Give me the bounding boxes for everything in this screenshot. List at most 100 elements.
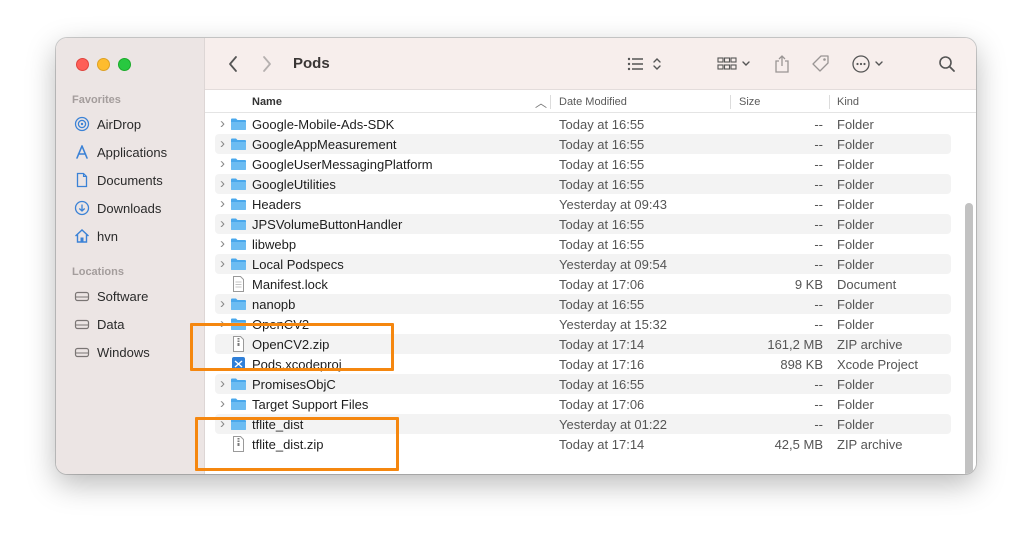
column-date-modified[interactable]: Date Modified xyxy=(559,96,627,108)
file-kind: Folder xyxy=(837,257,874,272)
share-icon xyxy=(775,55,789,73)
file-row[interactable]: › nanopb Today at 16:55 -- Folder xyxy=(215,294,951,314)
sidebar-item-software[interactable]: Software xyxy=(74,285,148,307)
chevron-left-icon xyxy=(229,56,237,72)
share-button[interactable] xyxy=(772,52,792,76)
file-size: -- xyxy=(814,417,823,432)
home-icon xyxy=(74,228,90,244)
group-button[interactable] xyxy=(717,52,757,76)
sidebar-item-data[interactable]: Data xyxy=(74,313,124,335)
file-row[interactable]: › GoogleUserMessagingPlatform Today at 16:… xyxy=(215,154,951,174)
sidebar-item-downloads[interactable]: Downloads xyxy=(74,197,161,219)
file-row[interactable]: › Local Podspecs Yesterday at 09:54 -- Folde… xyxy=(215,254,951,274)
search-button[interactable] xyxy=(935,52,959,76)
file-kind: Folder xyxy=(837,197,874,212)
file-kind: Folder xyxy=(837,317,874,332)
file-date-modified: Today at 17:14 xyxy=(559,437,645,452)
folder-icon xyxy=(230,116,247,132)
file-date-modified: Today at 17:06 xyxy=(559,397,645,412)
disclosure-chevron-icon[interactable]: › xyxy=(220,236,230,251)
file-row[interactable]: › libwebp Today at 16:55 -- Folder xyxy=(215,234,951,254)
ellipsis-circle-icon xyxy=(852,55,883,73)
file-date-modified: Today at 16:55 xyxy=(559,217,645,232)
file-name: Google-Mobile-Ads-SDK xyxy=(252,117,395,132)
back-button[interactable] xyxy=(223,52,243,76)
file-kind: Folder xyxy=(837,237,874,252)
file-kind: Folder xyxy=(837,297,874,312)
file-date-modified: Today at 17:06 xyxy=(559,277,645,292)
file-size: 898 KB xyxy=(780,357,823,372)
folder-icon xyxy=(230,296,247,312)
sidebar-item-label: Documents xyxy=(97,172,163,188)
sidebar-item-label: Software xyxy=(97,288,149,304)
minimize-button[interactable] xyxy=(97,58,110,71)
disk-icon xyxy=(74,288,90,304)
sidebar-item-hvn[interactable]: hvn xyxy=(74,225,118,247)
downloads-icon xyxy=(74,200,90,216)
file-date-modified: Yesterday at 01:22 xyxy=(559,417,667,432)
more-actions-button[interactable] xyxy=(851,52,891,76)
sidebar-item-label: Downloads xyxy=(97,200,162,216)
highlight-box-tflite xyxy=(195,417,399,471)
file-row[interactable]: › Headers Yesterday at 09:43 -- Folder xyxy=(215,194,951,214)
sidebar: Favorites AirDrop Applications Documents… xyxy=(56,38,205,474)
disclosure-chevron-icon[interactable]: › xyxy=(220,136,230,151)
file-size: -- xyxy=(814,217,823,232)
disclosure-chevron-icon[interactable]: › xyxy=(220,156,230,171)
disk-icon xyxy=(74,316,90,332)
disclosure-chevron-icon[interactable]: › xyxy=(220,216,230,231)
sidebar-item-label: hvn xyxy=(97,228,118,244)
sidebar-item-documents[interactable]: Documents xyxy=(74,169,163,191)
sidebar-item-applications[interactable]: Applications xyxy=(74,141,167,163)
applications-icon xyxy=(74,144,90,160)
file-kind: Xcode Project xyxy=(837,357,918,372)
folder-icon xyxy=(230,236,247,252)
file-size: -- xyxy=(814,317,823,332)
file-size: 42,5 MB xyxy=(774,437,823,452)
airdrop-icon xyxy=(74,116,90,132)
file-date-modified: Today at 16:55 xyxy=(559,237,645,252)
grid-icon xyxy=(717,57,750,70)
disclosure-chevron-icon[interactable]: › xyxy=(220,116,230,131)
tag-icon xyxy=(812,55,829,72)
column-kind[interactable]: Kind xyxy=(837,96,859,108)
sidebar-item-airdrop[interactable]: AirDrop xyxy=(74,113,141,135)
file-row[interactable]: › JPSVolumeButtonHandler Today at 16:55 -- F… xyxy=(215,214,951,234)
view-mode-button[interactable] xyxy=(627,52,667,76)
file-kind: Folder xyxy=(837,217,874,232)
column-size[interactable]: Size xyxy=(739,96,760,108)
folder-icon xyxy=(230,176,247,192)
disclosure-chevron-icon[interactable]: › xyxy=(220,196,230,211)
file-date-modified: Yesterday at 09:54 xyxy=(559,257,667,272)
sidebar-item-windows[interactable]: Windows xyxy=(74,341,150,363)
toolbar: Pods xyxy=(205,38,976,90)
file-row[interactable]: › Target Support Files Today at 17:06 -- Fol… xyxy=(215,394,951,414)
column-name[interactable]: Name xyxy=(252,96,282,108)
search-icon xyxy=(939,56,955,72)
file-size: -- xyxy=(814,117,823,132)
disclosure-chevron-icon[interactable]: › xyxy=(220,296,230,311)
disclosure-chevron-icon[interactable]: › xyxy=(220,376,230,391)
file-row[interactable]: › PromisesObjC Today at 16:55 -- Folder xyxy=(215,374,951,394)
file-kind: Folder xyxy=(837,377,874,392)
file-size: 161,2 MB xyxy=(767,337,823,352)
document-icon xyxy=(230,276,247,292)
file-name: GoogleUserMessagingPlatform xyxy=(252,157,433,172)
file-size: -- xyxy=(814,297,823,312)
disclosure-chevron-icon[interactable]: › xyxy=(220,396,230,411)
folder-icon xyxy=(230,256,247,272)
forward-button[interactable] xyxy=(257,52,277,76)
close-button[interactable] xyxy=(76,58,89,71)
disclosure-chevron-icon[interactable]: › xyxy=(220,176,230,191)
tag-button[interactable] xyxy=(809,52,833,76)
disclosure-chevron-icon[interactable]: › xyxy=(220,256,230,271)
file-row[interactable]: › GoogleAppMeasurement Today at 16:55 -- Fol… xyxy=(215,134,951,154)
file-date-modified: Today at 17:16 xyxy=(559,357,645,372)
file-name: GoogleAppMeasurement xyxy=(252,137,397,152)
zoom-button[interactable] xyxy=(118,58,131,71)
scrollbar[interactable] xyxy=(965,203,973,474)
file-row[interactable]: Manifest.lock Today at 17:06 9 KB Document xyxy=(215,274,951,294)
file-row[interactable]: › Google-Mobile-Ads-SDK Today at 16:55 -- Fo… xyxy=(215,114,951,134)
chevron-right-icon xyxy=(263,56,271,72)
file-row[interactable]: › GoogleUtilities Today at 16:55 -- Folder xyxy=(215,174,951,194)
